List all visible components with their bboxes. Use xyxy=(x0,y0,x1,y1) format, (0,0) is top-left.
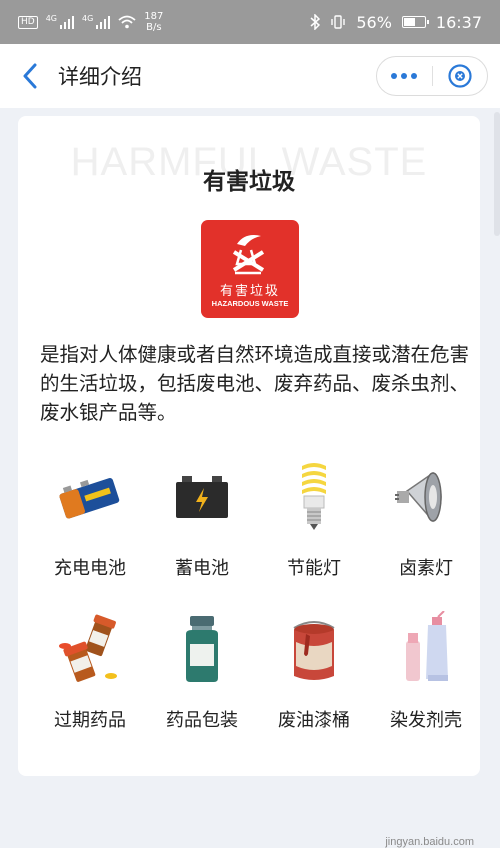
watermark-corner: jingyan.baidu.com xyxy=(385,836,474,848)
example-items-grid: 充电电池 蓄电池 节能灯 卤素灯 过期药品 药品包装 废油漆桶 染发剂壳 xyxy=(18,448,480,752)
halogen-lamp-icon xyxy=(386,458,466,536)
close-circle-icon xyxy=(448,64,472,88)
page-title: 详细介绍 xyxy=(58,65,142,89)
description-text: 是指对人体健康或者自然环境造成直接或潜在危害的生活垃圾，包括废电池、废弃药品、废… xyxy=(40,343,470,424)
back-button[interactable] xyxy=(6,44,54,108)
item-label: 药品包装 xyxy=(166,710,238,731)
network-speed: 187 B/s xyxy=(144,11,163,33)
logo-chinese-text: 有害垃圾 xyxy=(219,284,280,299)
network-label: 4G xyxy=(45,14,57,23)
storage-battery-icon xyxy=(162,458,242,536)
battery-percent: 56% xyxy=(356,12,392,32)
close-button[interactable] xyxy=(433,63,488,89)
item-label: 充电电池 xyxy=(54,558,126,579)
hd-badge: HD xyxy=(18,15,38,29)
list-item: 卤素灯 xyxy=(370,448,482,600)
scrollbar[interactable] xyxy=(494,112,500,236)
list-item: 废油漆桶 xyxy=(258,600,370,752)
list-item: 药品包装 xyxy=(146,600,258,752)
item-label: 过期药品 xyxy=(54,710,126,731)
nav-bar: 详细介绍 xyxy=(0,44,500,108)
list-item: 充电电池 xyxy=(34,448,146,600)
network-speed-unit: B/s xyxy=(146,22,162,33)
medicine-package-icon xyxy=(162,610,242,688)
item-label: 节能灯 xyxy=(287,558,341,579)
status-bar: HD 4G 4G 187 B/s 56% 16:37 xyxy=(0,0,500,44)
signal-icon-2: 4G xyxy=(82,14,111,29)
more-dot-icon xyxy=(411,73,418,79)
rechargeable-battery-icon xyxy=(50,458,130,536)
waste-detail-card: HARMFUL WASTE 有害垃圾 有害垃圾 HAZARDOUS WASTE … xyxy=(18,116,480,848)
signal-icon: 4G xyxy=(46,15,74,29)
paint-bucket-icon xyxy=(274,610,354,688)
battery-icon xyxy=(401,16,429,28)
wifi-icon xyxy=(118,15,136,29)
more-dot-icon xyxy=(391,73,398,79)
list-item: 节能灯 xyxy=(258,448,370,600)
item-label: 蓄电池 xyxy=(175,558,229,579)
card-title: 有害垃圾 xyxy=(203,169,295,195)
back-arrow-icon xyxy=(23,63,37,89)
list-item: 染发剂壳 xyxy=(370,600,482,752)
list-item: 过期药品 xyxy=(34,600,146,752)
expired-medicine-icon xyxy=(50,610,130,688)
bluetooth-icon xyxy=(310,14,321,30)
more-dot-icon xyxy=(401,73,408,79)
network-label-2: 4G xyxy=(82,14,94,23)
hair-dye-tube-icon xyxy=(386,610,466,688)
item-label: 染发剂壳 xyxy=(390,710,462,731)
logo-english-text: HAZARDOUS WASTE xyxy=(211,299,289,308)
vibrate-icon xyxy=(331,15,346,29)
hazardous-waste-logo: 有害垃圾 HAZARDOUS WASTE xyxy=(201,220,299,318)
list-item: 蓄电池 xyxy=(146,448,258,600)
battery-level-fill xyxy=(403,18,415,26)
energy-saving-lamp-icon xyxy=(274,458,354,536)
status-bar-right: 56% 16:37 xyxy=(310,13,482,32)
more-button[interactable] xyxy=(377,73,432,79)
network-speed-value: 187 xyxy=(144,11,164,22)
status-bar-left: HD 4G 4G 187 B/s xyxy=(18,11,163,33)
mini-program-capsule xyxy=(376,56,488,96)
clock: 16:37 xyxy=(435,12,482,32)
hazardous-symbol-icon xyxy=(232,235,265,275)
item-label: 卤素灯 xyxy=(399,558,453,579)
item-label: 废油漆桶 xyxy=(278,710,350,731)
